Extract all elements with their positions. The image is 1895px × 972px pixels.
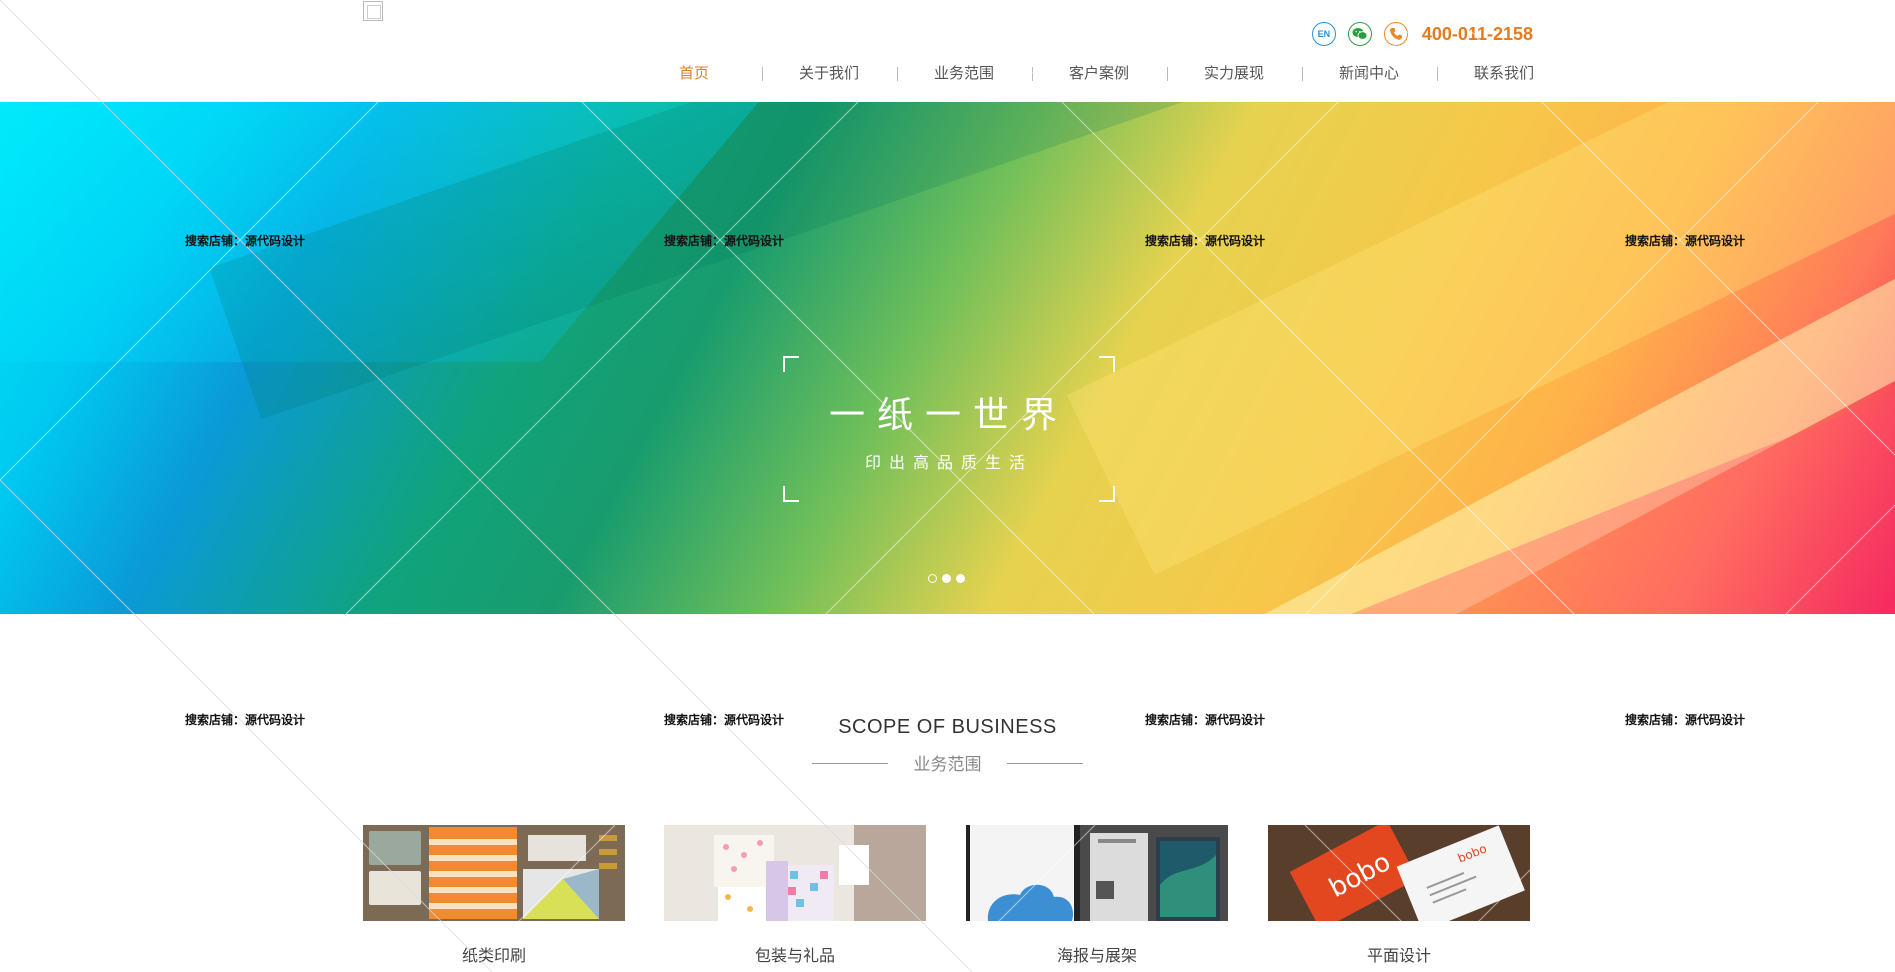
hero-frame: 一纸一世界 印出高品质生活 [783, 356, 1115, 502]
nav-separator [762, 67, 763, 81]
card-label: 平面设计 [1366, 948, 1431, 965]
nav-item-about[interactable]: 关于我们 [784, 62, 874, 86]
hero-banner[interactable]: 一纸一世界 印出高品质生活 [0, 102, 1895, 614]
phone-icon [1383, 22, 1408, 46]
watermark-text: 搜索店铺：源代码设计 [1145, 234, 1266, 248]
graphic-design-image[interactable]: bobo bobo [1268, 825, 1530, 921]
nav-item-business[interactable]: 业务范围 [919, 62, 1009, 86]
scope-subtitle: 业务范围 [812, 750, 1083, 774]
card-label: 海报与展架 [1056, 948, 1137, 965]
business-card-packaging[interactable]: 包装与礼品 [664, 825, 926, 966]
site-header: EN 400-011-2158 首页 关于我们 业务范围 客户案例 实力展现 新… [0, 0, 1895, 102]
paper-printing-image[interactable] [363, 825, 625, 921]
wechat-icon[interactable] [1347, 22, 1372, 46]
watermark-text: 搜索店铺：源代码设计 [664, 234, 785, 248]
frame-corner [1099, 486, 1115, 502]
nav-separator [897, 67, 898, 81]
poster-image[interactable] [966, 825, 1228, 921]
nav-item-contact[interactable]: 联系我们 [1459, 62, 1549, 86]
nav-separator [1167, 67, 1168, 81]
nav-separator [1437, 67, 1438, 81]
hero-title: 一纸一世界 [828, 395, 1069, 436]
watermark-text: 搜索店铺：源代码设计 [1625, 713, 1746, 727]
nav-separator [1302, 67, 1303, 81]
logo-placeholder-icon[interactable] [363, 1, 383, 21]
nav-separator [1032, 67, 1033, 81]
card-label: 纸类印刷 [461, 948, 526, 965]
watermark-text: 搜索店铺：源代码设计 [185, 234, 306, 248]
nav-item-news[interactable]: 新闻中心 [1324, 62, 1414, 86]
watermark-text: 搜索店铺：源代码设计 [1625, 234, 1746, 248]
top-tools: EN 400-011-2158 [1311, 20, 1533, 48]
nav-item-home[interactable]: 首页 [649, 62, 739, 86]
watermark-text: 搜索店铺：源代码设计 [185, 713, 306, 727]
business-card-poster[interactable]: 海报与展架 [966, 825, 1228, 966]
nav-item-cases[interactable]: 客户案例 [1054, 62, 1144, 86]
phone-number[interactable]: 400-011-2158 [1422, 24, 1533, 45]
nav-item-strength[interactable]: 实力展现 [1189, 62, 1279, 86]
slider-dots [928, 574, 965, 583]
en-icon[interactable]: EN [1311, 22, 1336, 46]
watermark-text: 搜索店铺：源代码设计 [664, 713, 785, 727]
scope-title-cn: 业务范围 [913, 755, 982, 774]
frame-corner [783, 486, 799, 502]
packaging-image[interactable] [664, 825, 926, 921]
slider-dot[interactable] [928, 574, 937, 583]
main-nav: 首页 关于我们 业务范围 客户案例 实力展现 新闻中心 联系我们 [0, 62, 1895, 86]
card-label: 包装与礼品 [754, 948, 835, 965]
slider-dot[interactable] [942, 574, 951, 583]
frame-corner [1099, 356, 1115, 372]
frame-corner [783, 356, 799, 372]
slider-dot[interactable] [956, 574, 965, 583]
en-label: EN [1317, 29, 1331, 39]
business-card-paper[interactable]: 纸类印刷 [363, 825, 625, 966]
hero-subtitle: 印出高品质生活 [864, 453, 1033, 472]
business-card-design[interactable]: bobo bobo 平面设计 [1268, 825, 1530, 966]
watermark-text: 搜索店铺：源代码设计 [1145, 713, 1266, 727]
